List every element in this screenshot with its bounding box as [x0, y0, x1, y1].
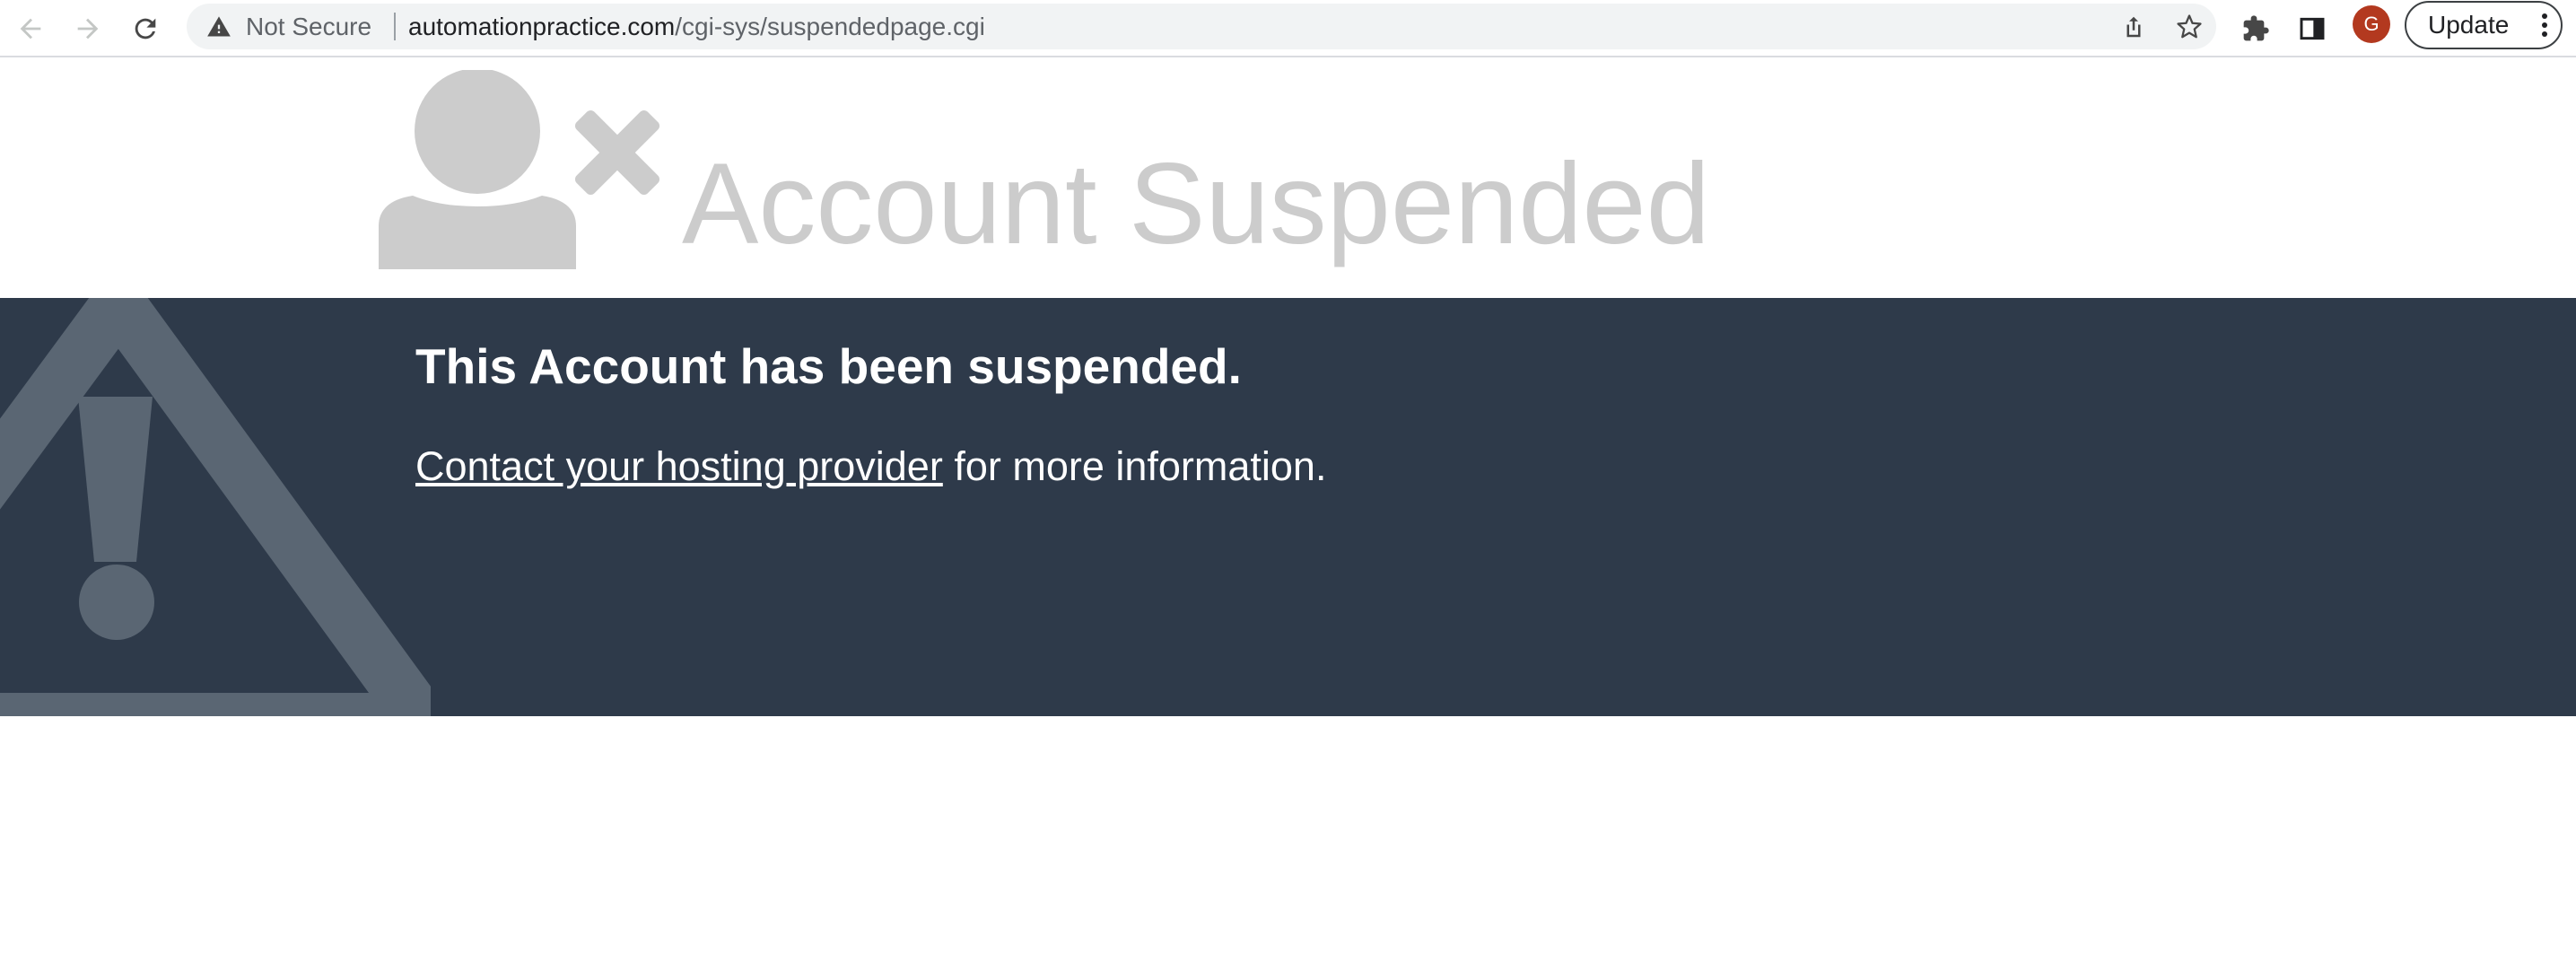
- arrow-right-icon: [77, 18, 99, 39]
- page-header: Account Suspended: [0, 57, 2576, 298]
- back-button[interactable]: [9, 7, 52, 50]
- url-host: automationpractice.com: [408, 13, 676, 40]
- side-panel-icon: [2300, 17, 2325, 40]
- puzzle-icon: [2243, 15, 2269, 41]
- warning-triangle-icon: [207, 16, 231, 37]
- extensions-button[interactable]: [2238, 11, 2274, 47]
- url-path: /cgi-sys/suspendedpage.cgi: [675, 13, 985, 40]
- suspension-banner: This Account has been suspended. Contact…: [0, 298, 2576, 716]
- contact-hosting-provider-link[interactable]: Contact your hosting provider: [415, 443, 943, 489]
- kebab-menu-icon[interactable]: [2541, 13, 2548, 37]
- browser-toolbar: Not Secure automationpractice.com/cgi-sy…: [0, 0, 2576, 57]
- reload-button[interactable]: [124, 7, 167, 50]
- share-button[interactable]: [2118, 11, 2150, 43]
- security-status-label[interactable]: Not Secure: [246, 4, 371, 49]
- url-text[interactable]: automationpractice.com/cgi-sys/suspended…: [408, 4, 985, 49]
- update-button[interactable]: Update: [2405, 1, 2563, 49]
- info-suffix: for more information.: [942, 443, 1327, 489]
- reload-icon: [135, 18, 156, 39]
- side-panel-button[interactable]: [2294, 11, 2330, 47]
- suspension-heading: This Account has been suspended.: [415, 338, 1242, 394]
- warning-triangle-watermark-icon: [0, 298, 431, 716]
- update-label: Update: [2428, 11, 2510, 39]
- page-title: Account Suspended: [682, 140, 1710, 268]
- info-message: Contact your hosting provider for more i…: [415, 442, 1326, 492]
- forward-button[interactable]: [66, 7, 109, 50]
- arrow-left-icon: [20, 18, 41, 39]
- user-suspended-icon: [379, 70, 660, 269]
- star-icon: [2177, 14, 2202, 39]
- omnibox-divider: [394, 13, 396, 40]
- address-bar[interactable]: Not Secure automationpractice.com/cgi-sy…: [187, 4, 2216, 49]
- bookmark-button[interactable]: [2173, 11, 2205, 43]
- share-icon: [2126, 16, 2141, 38]
- profile-avatar[interactable]: G: [2353, 5, 2390, 43]
- avatar-initial: G: [2363, 13, 2380, 35]
